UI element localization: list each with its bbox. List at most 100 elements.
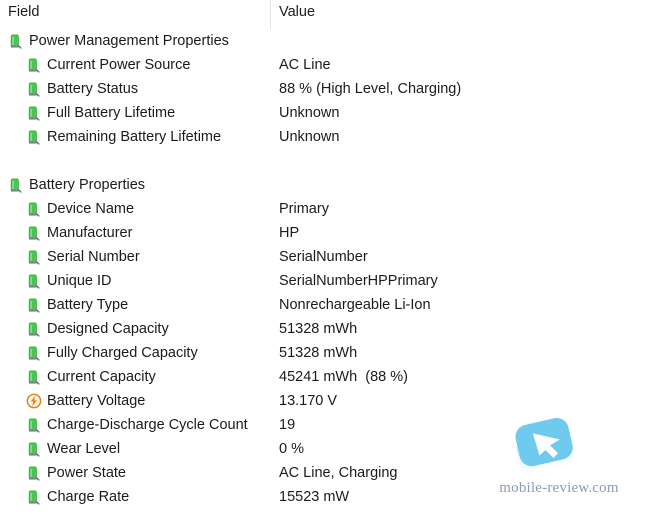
battery-icon bbox=[8, 33, 24, 49]
property-value-cell: Unknown bbox=[279, 129, 340, 145]
property-value-cell: 0 % bbox=[279, 441, 304, 457]
property-row[interactable]: Power State AC Line, Charging bbox=[0, 461, 651, 485]
property-field-label: Wear Level bbox=[47, 441, 121, 457]
property-field-cell: Remaining Battery Lifetime bbox=[0, 125, 221, 149]
property-row[interactable]: Wear Level 0 % bbox=[0, 437, 651, 461]
property-field-cell: Power State bbox=[0, 461, 126, 485]
voltage-bolt-icon bbox=[26, 393, 42, 409]
property-value-cell: AC Line bbox=[279, 57, 331, 73]
property-field-cell: Charge-Discharge Cycle Count bbox=[0, 413, 248, 437]
property-row[interactable]: Serial Number SerialNumber bbox=[0, 245, 651, 269]
property-value-cell: 13.170 V bbox=[279, 393, 338, 409]
property-field-cell: Battery Voltage bbox=[0, 389, 145, 413]
battery-icon bbox=[26, 441, 42, 457]
battery-icon bbox=[26, 321, 42, 337]
battery-icon bbox=[26, 297, 42, 313]
battery-icon bbox=[26, 417, 42, 433]
property-field-cell: Full Battery Lifetime bbox=[0, 101, 175, 125]
battery-icon bbox=[26, 201, 42, 217]
property-row[interactable]: Unique ID SerialNumberHPPrimary bbox=[0, 269, 651, 293]
property-field-label: Full Battery Lifetime bbox=[47, 105, 176, 121]
property-row[interactable]: Designed Capacity 51328 mWh bbox=[0, 317, 651, 341]
column-header: Field Value bbox=[0, 0, 651, 29]
column-header-field: Field bbox=[8, 4, 40, 20]
property-row[interactable]: Current Power Source AC Line bbox=[0, 53, 651, 77]
property-field-label: Remaining Battery Lifetime bbox=[47, 129, 222, 145]
property-row[interactable]: Remaining Battery Lifetime Unknown bbox=[0, 125, 651, 149]
property-field-cell: Unique ID bbox=[0, 269, 111, 293]
column-header-value: Value bbox=[279, 4, 316, 20]
property-field-label: Manufacturer bbox=[47, 225, 133, 241]
property-row[interactable]: Battery Voltage 13.170 V bbox=[0, 389, 651, 413]
property-field-cell: Fully Charged Capacity bbox=[0, 341, 198, 365]
property-row[interactable]: Fully Charged Capacity 51328 mWh bbox=[0, 341, 651, 365]
property-value-cell: Primary bbox=[279, 201, 329, 217]
property-value-cell: 88 % (High Level, Charging) bbox=[279, 81, 462, 97]
property-row[interactable]: Full Battery Lifetime Unknown bbox=[0, 101, 651, 125]
property-list: Power Management Properties Current Powe… bbox=[0, 29, 651, 509]
battery-icon bbox=[26, 489, 42, 505]
property-field-label: Power Management Properties bbox=[29, 33, 229, 49]
property-field-cell: Designed Capacity bbox=[0, 317, 169, 341]
property-row[interactable]: Battery Status 88 % (High Level, Charging… bbox=[0, 77, 651, 101]
property-field-label: Charge-Discharge Cycle Count bbox=[47, 417, 248, 433]
property-field-cell: Current Power Source bbox=[0, 53, 190, 77]
property-row[interactable]: Power Management Properties bbox=[0, 29, 651, 53]
property-field-label: Current Power Source bbox=[47, 57, 191, 73]
property-field-cell: Battery Properties bbox=[0, 173, 145, 197]
property-value-cell: HP bbox=[279, 225, 300, 241]
battery-icon bbox=[26, 465, 42, 481]
property-field-label: Device Name bbox=[47, 201, 135, 217]
battery-icon bbox=[8, 177, 24, 193]
battery-icon bbox=[26, 273, 42, 289]
property-field-cell: Charge Rate bbox=[0, 485, 129, 509]
property-field-label: Designed Capacity bbox=[47, 321, 169, 337]
battery-icon bbox=[26, 57, 42, 73]
battery-report-view: Field Value Power Management Properties … bbox=[0, 0, 651, 532]
property-field-label: Charge Rate bbox=[47, 489, 130, 505]
property-field-label: Battery Status bbox=[47, 81, 139, 97]
battery-icon bbox=[26, 129, 42, 145]
battery-icon bbox=[26, 225, 42, 241]
property-value-cell: 15523 mW bbox=[279, 489, 350, 505]
property-field-cell: Power Management Properties bbox=[0, 29, 229, 53]
property-field-cell: Battery Type bbox=[0, 293, 128, 317]
property-value-cell: 51328 mWh bbox=[279, 345, 358, 361]
property-value-cell: SerialNumberHPPrimary bbox=[279, 273, 438, 289]
property-field-label: Fully Charged Capacity bbox=[47, 345, 198, 361]
property-row[interactable]: Device Name Primary bbox=[0, 197, 651, 221]
battery-icon bbox=[26, 81, 42, 97]
battery-icon bbox=[26, 369, 42, 385]
property-field-label: Battery Type bbox=[47, 297, 129, 313]
property-value-cell: SerialNumber bbox=[279, 249, 368, 265]
column-divider bbox=[270, 0, 271, 29]
battery-icon bbox=[26, 249, 42, 265]
battery-icon bbox=[26, 105, 42, 121]
property-value-cell: 19 bbox=[279, 417, 296, 433]
property-field-cell: Device Name bbox=[0, 197, 134, 221]
property-row[interactable]: Charge Rate 15523 mW bbox=[0, 485, 651, 509]
property-value-cell: AC Line, Charging bbox=[279, 465, 398, 481]
property-row[interactable]: Charge-Discharge Cycle Count 19 bbox=[0, 413, 651, 437]
property-row[interactable]: Battery Type Nonrechargeable Li-Ion bbox=[0, 293, 651, 317]
battery-icon bbox=[26, 345, 42, 361]
property-field-label: Battery Voltage bbox=[47, 393, 146, 409]
property-row[interactable]: Manufacturer HP bbox=[0, 221, 651, 245]
property-field-label: Power State bbox=[47, 465, 126, 481]
property-field-label: Battery Properties bbox=[29, 177, 146, 193]
property-field-label: Unique ID bbox=[47, 273, 112, 289]
property-row[interactable]: Current Capacity 45241 mWh (88 %) bbox=[0, 365, 651, 389]
property-field-label: Serial Number bbox=[47, 249, 140, 265]
property-row[interactable]: Battery Properties bbox=[0, 173, 651, 197]
property-field-cell: Wear Level bbox=[0, 437, 120, 461]
property-value-cell: 51328 mWh bbox=[279, 321, 358, 337]
property-field-cell: Serial Number bbox=[0, 245, 140, 269]
property-value-cell: Nonrechargeable Li-Ion bbox=[279, 297, 431, 313]
property-field-cell: Manufacturer bbox=[0, 221, 132, 245]
property-field-cell: Current Capacity bbox=[0, 365, 156, 389]
property-field-label: Current Capacity bbox=[47, 369, 156, 385]
property-field-cell: Battery Status bbox=[0, 77, 138, 101]
property-value-cell: Unknown bbox=[279, 105, 340, 121]
property-value-cell: 45241 mWh (88 %) bbox=[279, 369, 408, 385]
